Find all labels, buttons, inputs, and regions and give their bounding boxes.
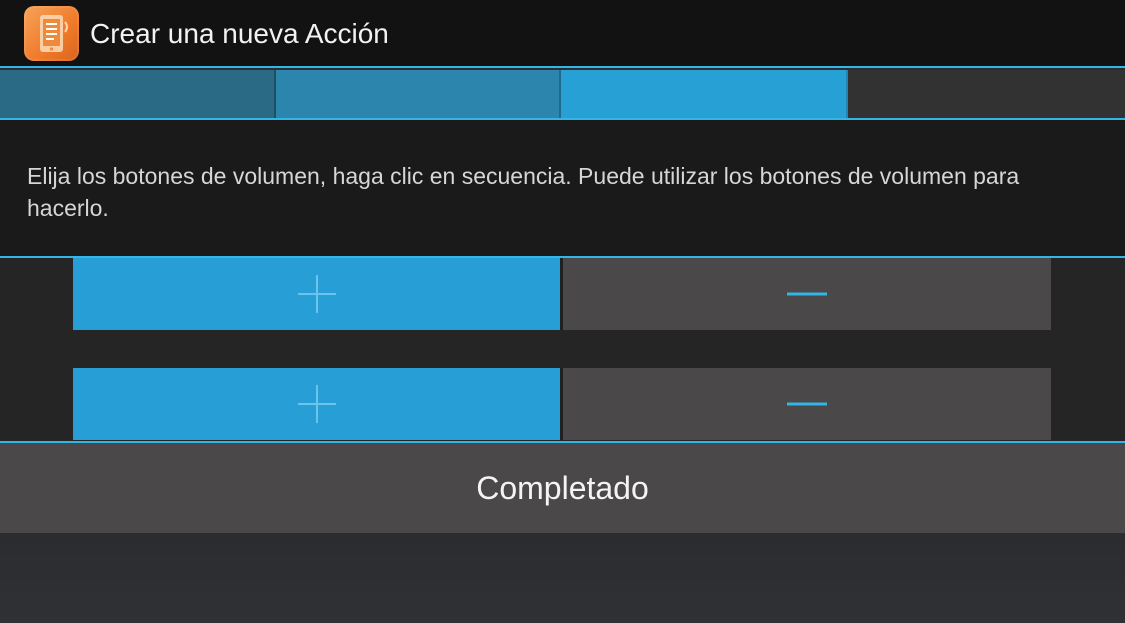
step-2-indicator: [276, 70, 561, 118]
step-4-indicator: [848, 70, 1125, 118]
volume-down-button[interactable]: [563, 258, 1051, 330]
minus-icon: [787, 292, 827, 296]
sequence-row: [73, 258, 1051, 330]
step-progress-bar: [0, 70, 1125, 120]
instruction-panel: Elija los botones de volumen, haga clic …: [0, 120, 1125, 258]
done-button[interactable]: Completado: [0, 443, 1125, 533]
volume-down-button[interactable]: [563, 368, 1051, 440]
step-1-indicator: [0, 70, 276, 118]
step-3-indicator-current: [561, 70, 848, 118]
app-icon: [24, 6, 79, 61]
instruction-text: Elija los botones de volumen, haga clic …: [27, 163, 1020, 221]
plus-icon: [297, 385, 336, 423]
sequence-row: [73, 368, 1051, 440]
title-bar: Crear una nueva Acción: [0, 0, 1125, 68]
volume-up-button[interactable]: [73, 258, 563, 330]
plus-icon: [297, 275, 336, 313]
page-title: Crear una nueva Acción: [90, 18, 389, 49]
volume-up-button[interactable]: [73, 368, 563, 440]
volume-sequence-list[interactable]: [0, 258, 1125, 443]
empty-bottom-area: [0, 533, 1125, 623]
minus-icon: [787, 402, 827, 406]
